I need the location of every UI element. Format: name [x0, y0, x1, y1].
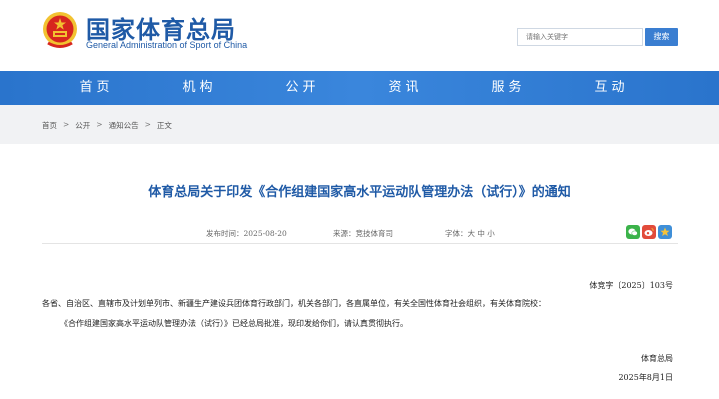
- nav-item-public[interactable]: 公开: [251, 71, 354, 105]
- nav-item-services[interactable]: 服务: [457, 71, 560, 105]
- nav-item-news[interactable]: 资讯: [354, 71, 457, 105]
- font-size-selector[interactable]: 字体：大 中 小: [445, 228, 495, 239]
- breadcrumb-notices[interactable]: 通知公告: [109, 120, 139, 131]
- signer: 体育总局: [641, 354, 673, 363]
- wechat-icon[interactable]: [626, 225, 640, 239]
- sign-date: 2025年8月1日: [618, 373, 673, 382]
- article-body: 《合作组建国家高水平运动队管理办法（试行）》已经总局批准，现印发给你们，请认真贯…: [60, 319, 408, 328]
- site-subtitle: General Administration of Sport of China: [86, 40, 248, 50]
- publish-time: 发布时间：2025-08-20: [206, 229, 287, 238]
- breadcrumb-separator: >: [63, 120, 70, 129]
- breadcrumb-bar: 首页 > 公开 > 通知公告 > 正文: [0, 105, 719, 144]
- qzone-icon[interactable]: [658, 225, 672, 239]
- breadcrumb-current: 正文: [156, 121, 172, 130]
- nav-item-home[interactable]: 首页: [45, 71, 148, 105]
- breadcrumb-separator: >: [96, 120, 103, 129]
- addressee: 各省、自治区、直辖市及计划单列市、新疆生产建设兵团体育行政部门，机关各部门，各直…: [42, 299, 546, 308]
- search-button[interactable]: 搜索: [645, 28, 678, 46]
- main-nav: 首页 机构 公开 资讯 服务 互动: [0, 71, 719, 105]
- site-header: 国家体育总局 General Administration of Sport o…: [0, 0, 719, 71]
- article-title: 体育总局关于印发《合作组建国家高水平运动队管理办法（试行）》的通知: [148, 185, 571, 200]
- divider: [42, 243, 678, 244]
- national-emblem-icon[interactable]: [42, 10, 78, 50]
- breadcrumb-separator: >: [144, 120, 151, 129]
- nav-item-institutions[interactable]: 机构: [148, 71, 251, 105]
- breadcrumb-public[interactable]: 公开: [75, 120, 90, 131]
- weibo-icon[interactable]: [642, 225, 656, 239]
- document-number: 体竞字〔2025〕103号: [589, 281, 673, 290]
- article-source: 来源：竞技体育司: [333, 229, 393, 238]
- nav-item-interaction[interactable]: 互动: [560, 71, 663, 105]
- search-input[interactable]: [517, 28, 643, 46]
- breadcrumb: 首页 > 公开 > 通知公告 > 正文: [42, 120, 172, 131]
- breadcrumb-home[interactable]: 首页: [42, 120, 57, 131]
